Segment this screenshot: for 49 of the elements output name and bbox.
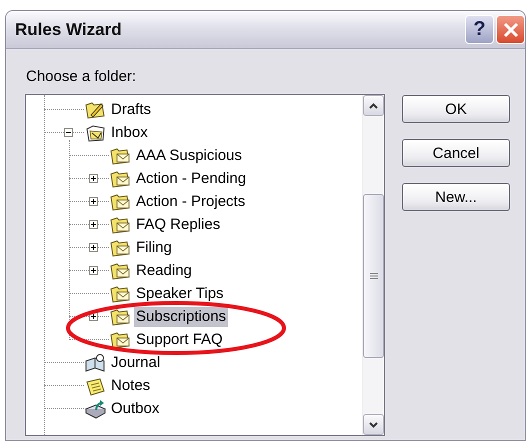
mail-folder-icon [109, 238, 131, 258]
mail-folder-icon [109, 330, 131, 350]
close-icon [502, 22, 518, 38]
mail-folder-icon [109, 306, 131, 326]
inbox-icon [84, 122, 106, 142]
dialog-button[interactable]: OK [402, 95, 510, 123]
pencil-folder-icon [84, 100, 106, 120]
folder-item[interactable]: Support FAQ [134, 330, 225, 350]
folder-item[interactable]: Inbox [109, 122, 150, 142]
collapse-toggle[interactable] [64, 128, 73, 137]
folder-item[interactable]: Journal [109, 352, 162, 372]
mail-folder-icon [109, 284, 131, 304]
scrollbar[interactable] [362, 95, 384, 435]
mail-folder-icon [109, 214, 131, 234]
expand-toggle[interactable] [89, 266, 98, 275]
note-icon [84, 376, 106, 396]
folder-item[interactable]: AAA Suspicious [134, 146, 244, 166]
mail-folder-icon [109, 146, 131, 166]
folder-item[interactable]: Filing [134, 238, 174, 258]
scroll-thumb[interactable] [363, 194, 384, 358]
dialog-button[interactable]: New... [402, 183, 510, 211]
folder-prompt: Choose a folder: [26, 68, 138, 86]
scroll-down-button[interactable] [363, 414, 384, 435]
outbox-tray-icon [84, 398, 106, 418]
mail-folder-icon [109, 260, 131, 280]
mail-folder-icon [109, 168, 131, 188]
window-title: Rules Wizard [15, 20, 123, 40]
scroll-up-button[interactable] [363, 95, 384, 116]
expand-toggle[interactable] [89, 220, 98, 229]
close-button[interactable] [496, 15, 525, 44]
book-icon [84, 352, 106, 372]
folder-item[interactable]: Subscriptions [134, 306, 228, 326]
folder-item[interactable]: Speaker Tips [134, 284, 226, 304]
expand-toggle[interactable] [89, 243, 98, 252]
chevron-up-icon [369, 102, 378, 108]
chevron-down-icon [369, 422, 378, 428]
folder-item[interactable]: Outbox [109, 398, 162, 418]
folder-item[interactable]: Reading [134, 260, 194, 280]
folder-item[interactable]: Drafts [109, 100, 154, 120]
folder-item[interactable]: Notes [109, 376, 152, 396]
folder-item[interactable]: Action - Projects [134, 192, 248, 212]
help-button[interactable]: ? [465, 15, 494, 44]
grip-icon [370, 272, 378, 280]
expand-toggle[interactable] [89, 174, 98, 183]
folder-item[interactable]: FAQ Replies [134, 214, 222, 234]
dialog-button[interactable]: Cancel [402, 139, 510, 167]
folder-item[interactable]: Action - Pending [134, 168, 248, 188]
expand-toggle[interactable] [89, 197, 98, 206]
mail-folder-icon [109, 192, 131, 212]
